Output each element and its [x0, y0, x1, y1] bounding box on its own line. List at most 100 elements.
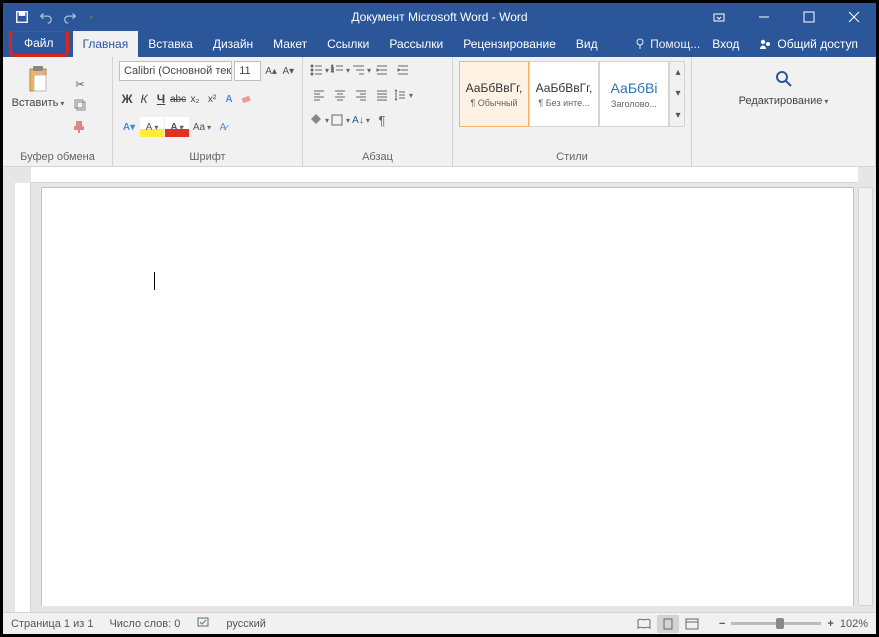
editing-button[interactable]: Редактирование: [739, 61, 829, 149]
page-status[interactable]: Страница 1 из 1: [11, 618, 93, 630]
tab-file[interactable]: Файл: [9, 29, 69, 57]
underline-button[interactable]: Ч: [153, 92, 169, 106]
paste-label: Вставить: [12, 97, 65, 109]
style-gallery: АаБбВвГг,¶ Обычный АаБбВвГг,¶ Без инте..…: [459, 61, 685, 127]
outdent-icon[interactable]: [372, 61, 392, 79]
bold-button[interactable]: Ж: [119, 92, 135, 106]
font-color-icon[interactable]: A: [165, 117, 189, 137]
style-nospacing[interactable]: АаБбВвГг,¶ Без инте...: [529, 61, 599, 127]
svg-text:2: 2: [331, 68, 334, 74]
read-mode-icon[interactable]: [633, 615, 655, 633]
styles-title: Стили: [453, 149, 691, 166]
font-title: Шрифт: [113, 149, 302, 166]
eraser-icon[interactable]: [238, 89, 254, 109]
search-icon: [774, 69, 794, 89]
strike-button[interactable]: abc: [170, 94, 186, 105]
vertical-ruler[interactable]: [15, 183, 31, 612]
format-painter-icon[interactable]: [71, 117, 89, 135]
clipboard-icon: [22, 63, 54, 95]
web-layout-icon[interactable]: [681, 615, 703, 633]
close-icon[interactable]: [831, 3, 876, 31]
redo-icon[interactable]: [59, 6, 81, 28]
styles-up-icon[interactable]: ▴: [670, 62, 685, 83]
ribbon-options-icon[interactable]: [696, 3, 741, 31]
change-case-icon[interactable]: Aa: [190, 117, 214, 137]
maximize-icon[interactable]: [786, 3, 831, 31]
multilevel-icon[interactable]: [351, 61, 371, 79]
borders-icon[interactable]: [330, 111, 350, 129]
qat-customize-icon[interactable]: [83, 6, 97, 28]
numbering-icon[interactable]: 12: [330, 61, 350, 79]
clipboard-title: Буфер обмена: [3, 149, 112, 166]
tab-design[interactable]: Дизайн: [203, 31, 263, 57]
zoom-in-icon[interactable]: +: [827, 618, 833, 630]
align-left-icon[interactable]: [309, 86, 329, 104]
style-heading1[interactable]: АаБбВіЗаголово...: [599, 61, 669, 127]
share-button[interactable]: Общий доступ: [751, 31, 866, 57]
proofing-icon[interactable]: [196, 615, 210, 632]
editing-label: Редактирование: [739, 95, 829, 107]
undo-icon[interactable]: [35, 6, 57, 28]
superscript-button[interactable]: x²: [204, 94, 220, 105]
signin-link[interactable]: Вход: [704, 37, 747, 51]
tab-insert[interactable]: Вставка: [138, 31, 203, 57]
font-name-combo[interactable]: Calibri (Основной тек: [119, 61, 232, 81]
font-size-combo[interactable]: 11: [234, 61, 261, 81]
share-label: Общий доступ: [777, 37, 858, 51]
tab-references[interactable]: Ссылки: [317, 31, 379, 57]
shrink-font-icon[interactable]: A▾: [281, 61, 296, 81]
style-normal[interactable]: АаБбВвГг,¶ Обычный: [459, 61, 529, 127]
line-spacing-icon[interactable]: [393, 86, 413, 104]
window-controls: [696, 3, 876, 31]
group-clipboard: Вставить ✂ Буфер обмена: [3, 57, 113, 166]
title-bar: Документ Microsoft Word - Word: [3, 3, 876, 31]
tab-view[interactable]: Вид: [566, 31, 608, 57]
tab-review[interactable]: Рецензирование: [453, 31, 566, 57]
tab-layout[interactable]: Макет: [263, 31, 317, 57]
highlight-icon[interactable]: A: [140, 117, 164, 137]
pilcrow-icon[interactable]: ¶: [372, 111, 392, 129]
document-page[interactable]: [41, 187, 854, 606]
tell-me[interactable]: Помощ...: [634, 37, 700, 51]
sort-icon[interactable]: A↓: [351, 111, 371, 129]
cut-icon[interactable]: ✂: [71, 75, 89, 93]
font-color2-icon[interactable]: A▾: [119, 117, 139, 137]
group-paragraph: 12 A↓ ¶ Абзац: [303, 57, 453, 166]
group-styles: АаБбВвГг,¶ Обычный АаБбВвГг,¶ Без инте..…: [453, 57, 692, 166]
document-area: [3, 167, 876, 612]
horizontal-ruler[interactable]: [31, 167, 858, 183]
justify-icon[interactable]: [372, 86, 392, 104]
subscript-button[interactable]: x₂: [187, 94, 203, 105]
language-status[interactable]: русский: [226, 618, 265, 630]
group-editing: Редактирование: [692, 57, 876, 166]
styles-down-icon[interactable]: ▾: [670, 83, 685, 104]
text-effects-icon[interactable]: A: [221, 89, 237, 109]
align-center-icon[interactable]: [330, 86, 350, 104]
print-layout-icon[interactable]: [657, 615, 679, 633]
tab-home[interactable]: Главная: [73, 31, 139, 57]
tab-mailings[interactable]: Рассылки: [379, 31, 453, 57]
zoom-slider[interactable]: [731, 622, 821, 625]
word-count[interactable]: Число слов: 0: [109, 618, 180, 630]
vertical-scrollbar[interactable]: [858, 187, 873, 606]
styles-more-icon[interactable]: ▾: [670, 105, 685, 126]
italic-button[interactable]: К: [136, 92, 152, 106]
quick-access-toolbar: [3, 6, 97, 28]
save-icon[interactable]: [11, 6, 33, 28]
paragraph-title: Абзац: [303, 149, 452, 166]
status-bar: Страница 1 из 1 Число слов: 0 русский − …: [3, 612, 876, 634]
copy-icon[interactable]: [71, 96, 89, 114]
shading-icon[interactable]: [309, 111, 329, 129]
grow-font-icon[interactable]: A▴: [263, 61, 278, 81]
ribbon: Вставить ✂ Буфер обмена Calibri (Основно…: [3, 57, 876, 167]
align-right-icon[interactable]: [351, 86, 371, 104]
indent-icon[interactable]: [393, 61, 413, 79]
zoom-out-icon[interactable]: −: [719, 618, 725, 630]
text-cursor: [154, 272, 155, 290]
paste-button[interactable]: Вставить: [9, 61, 67, 149]
clear-format-icon[interactable]: A̷: [215, 117, 231, 137]
bullets-icon[interactable]: [309, 61, 329, 79]
zoom-level[interactable]: 102%: [840, 618, 868, 630]
group-font: Calibri (Основной тек 11 A▴ A▾ Ж К Ч abc…: [113, 57, 303, 166]
minimize-icon[interactable]: [741, 3, 786, 31]
